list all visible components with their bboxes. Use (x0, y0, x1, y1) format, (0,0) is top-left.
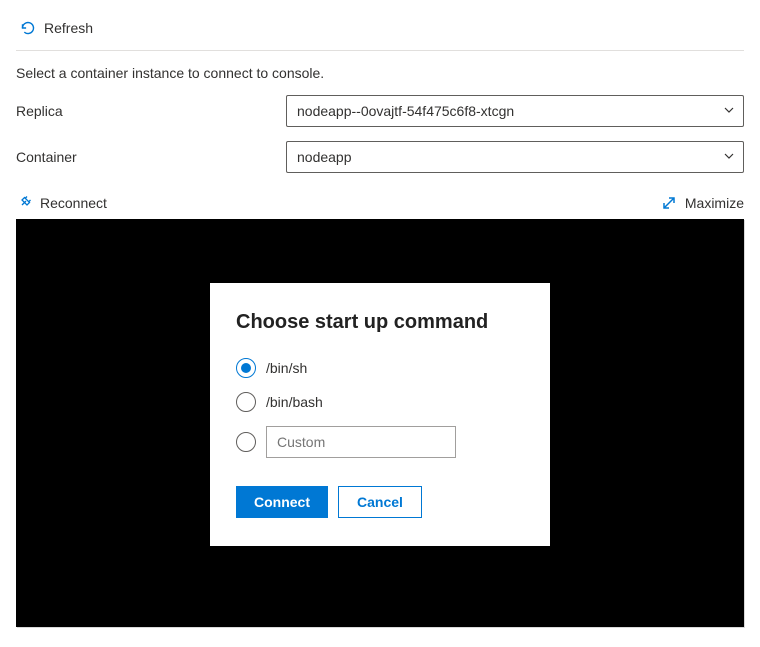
radio-icon (236, 432, 256, 452)
radio-option-custom[interactable] (236, 426, 524, 458)
radio-icon (236, 392, 256, 412)
connect-button[interactable]: Connect (236, 486, 328, 518)
plug-icon (16, 195, 32, 211)
terminal: Choose start up command /bin/sh /bin/bas… (16, 219, 744, 627)
startup-command-modal: Choose start up command /bin/sh /bin/bas… (210, 283, 550, 546)
radio-label-binsh: /bin/sh (266, 360, 307, 376)
terminal-toolbar: Reconnect Maximize (16, 195, 744, 211)
container-select[interactable]: nodeapp (286, 141, 744, 173)
refresh-label: Refresh (44, 20, 93, 36)
replica-select[interactable]: nodeapp--0ovajtf-54f475c6f8-xtcgn (286, 95, 744, 127)
maximize-label: Maximize (685, 195, 744, 211)
reconnect-label: Reconnect (40, 195, 107, 211)
radio-option-binbash[interactable]: /bin/bash (236, 392, 524, 412)
replica-label: Replica (16, 103, 286, 119)
help-text: Select a container instance to connect t… (16, 65, 744, 81)
container-label: Container (16, 149, 286, 165)
chevron-down-icon (723, 103, 735, 119)
replica-row: Replica nodeapp--0ovajtf-54f475c6f8-xtcg… (16, 95, 744, 127)
custom-command-input[interactable] (266, 426, 456, 458)
reconnect-button[interactable]: Reconnect (16, 195, 107, 211)
replica-value: nodeapp--0ovajtf-54f475c6f8-xtcgn (297, 103, 514, 119)
container-row: Container nodeapp (16, 141, 744, 173)
chevron-down-icon (723, 149, 735, 165)
container-value: nodeapp (297, 149, 352, 165)
cancel-button[interactable]: Cancel (338, 486, 422, 518)
maximize-button[interactable]: Maximize (661, 195, 744, 211)
radio-option-binsh[interactable]: /bin/sh (236, 358, 524, 378)
radio-label-binbash: /bin/bash (266, 394, 323, 410)
refresh-button[interactable]: Refresh (16, 16, 97, 40)
modal-title: Choose start up command (236, 311, 524, 334)
toolbar: Refresh (16, 10, 744, 51)
maximize-icon (661, 195, 677, 211)
radio-icon (236, 358, 256, 378)
refresh-icon (20, 20, 36, 36)
modal-actions: Connect Cancel (236, 486, 524, 518)
